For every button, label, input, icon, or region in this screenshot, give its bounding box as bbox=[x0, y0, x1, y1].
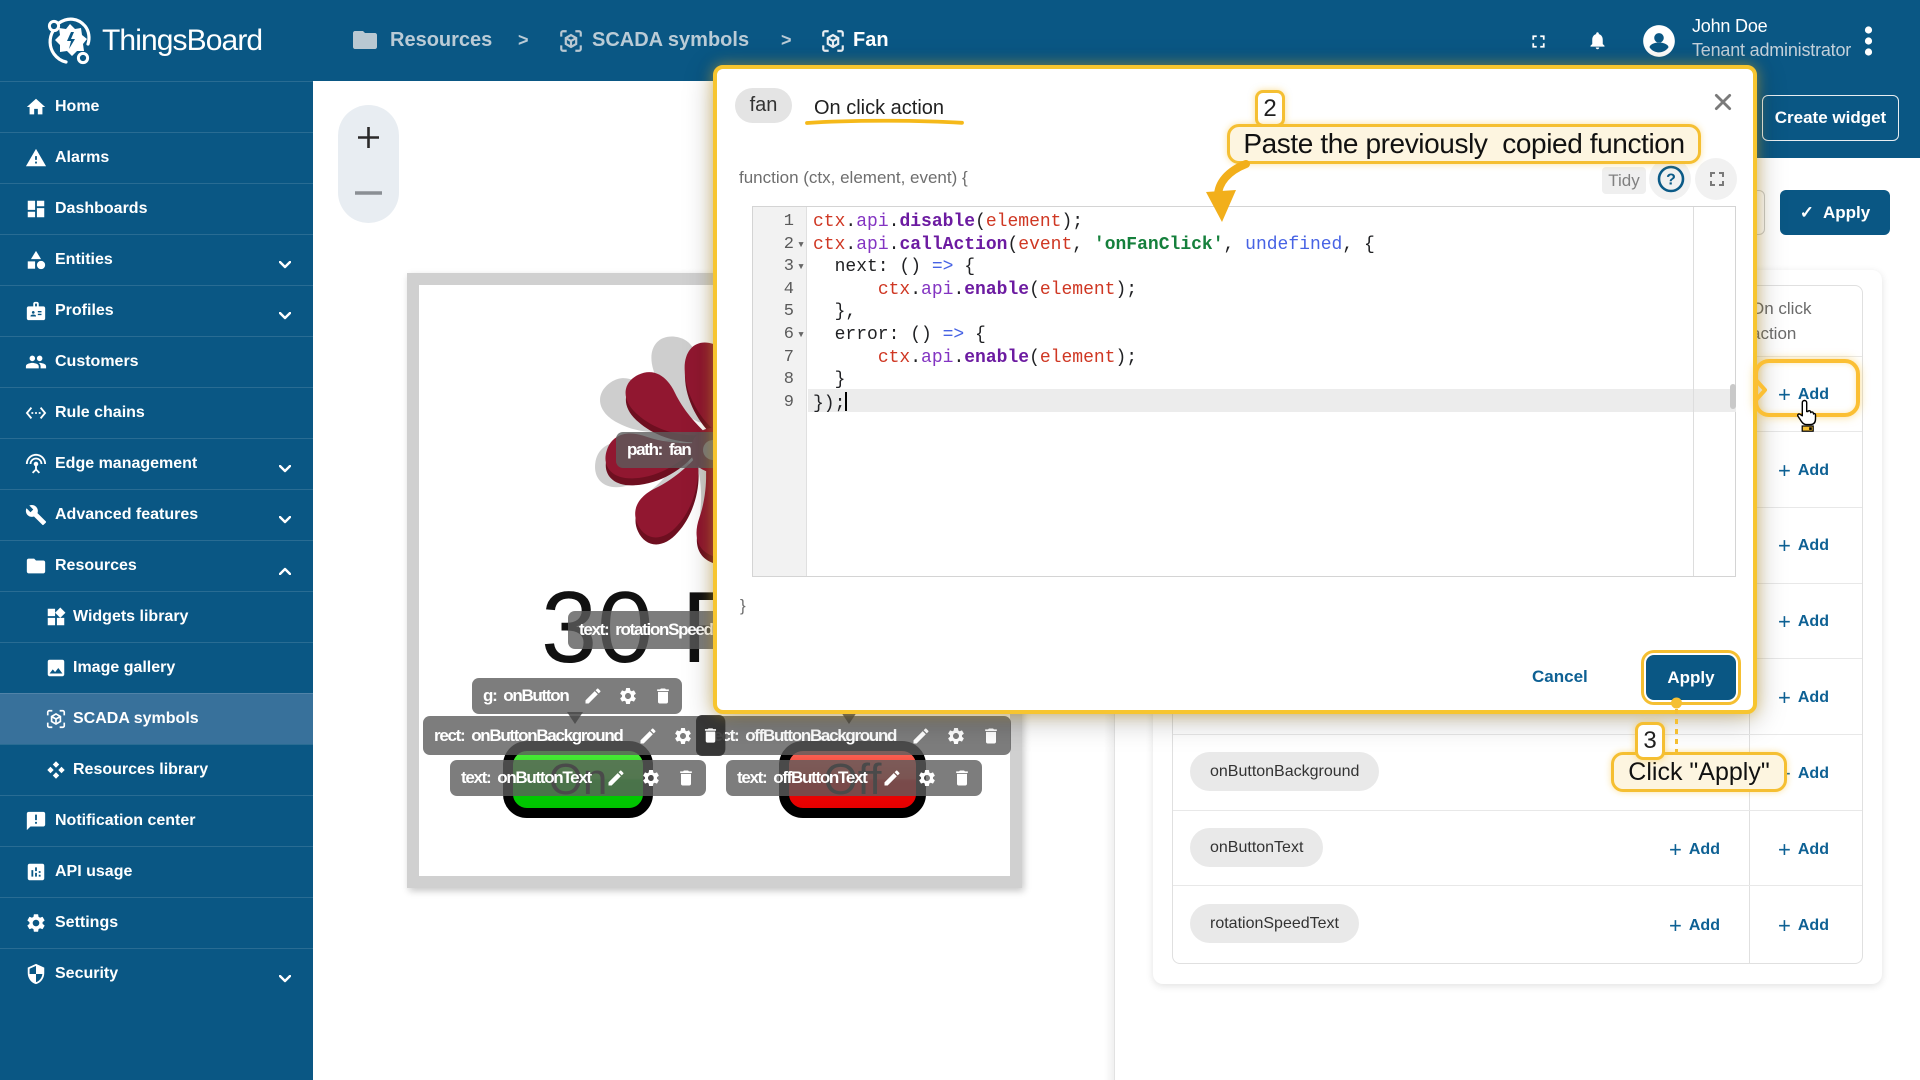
svg-text:?: ? bbox=[1666, 172, 1676, 189]
